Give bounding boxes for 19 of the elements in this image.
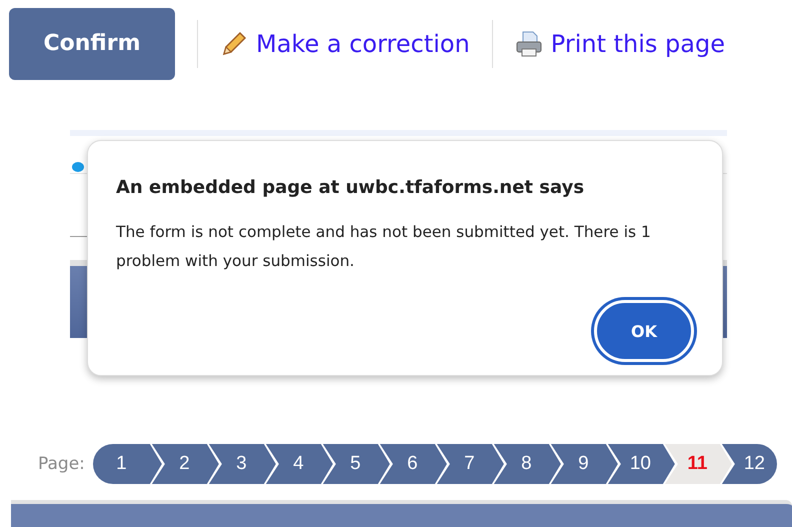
ok-button[interactable]: OK <box>594 300 694 362</box>
page-step[interactable]: 3 <box>206 444 264 484</box>
confirm-button[interactable]: Confirm <box>9 8 175 80</box>
page-step[interactable]: 12 <box>720 444 777 484</box>
page-step[interactable]: 6 <box>378 444 435 484</box>
page-step[interactable]: 4 <box>264 444 321 484</box>
correction-link[interactable]: Make a correction <box>218 28 470 60</box>
page-step[interactable]: 8 <box>492 444 549 484</box>
print-link[interactable]: Print this page <box>512 28 725 60</box>
page-step[interactable]: 11 <box>662 444 720 484</box>
page-step[interactable]: 9 <box>548 444 606 484</box>
page-step[interactable]: 10 <box>606 444 663 484</box>
page-label: Page: <box>38 454 85 474</box>
dialog-message: The form is not complete and has not been submitted yet. There is 1 problem with your submission. <box>116 222 652 272</box>
page-step[interactable]: 5 <box>320 444 378 484</box>
page-step[interactable]: 2 <box>150 444 207 484</box>
page-step[interactable]: 1 <box>92 444 150 484</box>
dialog-title: An embedded page at uwbc.tfaforms.net says <box>116 177 586 198</box>
page-step[interactable]: 7 <box>434 444 492 484</box>
